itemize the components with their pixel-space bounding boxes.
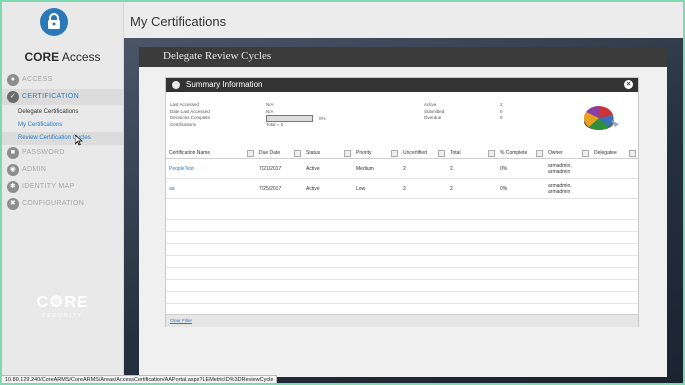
check-icon: ✓ <box>7 91 19 103</box>
panel-title: Delegate Review Cycles <box>163 50 272 62</box>
summary-card: Summary Information × Last Accessed Date… <box>165 77 639 327</box>
pie-chart-icon <box>583 106 619 131</box>
cert-name-link[interactable]: PeopleTest <box>166 158 256 179</box>
filter-icon <box>391 150 398 157</box>
status-labels: Active Submitted Overdue <box>424 102 445 121</box>
col-header[interactable]: Uncertified <box>400 148 447 159</box>
status-values: 2 0 0 <box>500 102 503 121</box>
brand-title: CORE Access <box>24 50 101 64</box>
decisions-progress: 0% <box>266 115 346 123</box>
col-header[interactable]: Total <box>447 148 497 159</box>
close-icon[interactable]: × <box>624 80 633 89</box>
table-row[interactable]: aa 7/25/2017 Active Low 2 2 0% armadmin,… <box>166 178 638 199</box>
summary-header: Summary Information × <box>166 78 638 92</box>
sidebar-nav: ● ACCESS ✓ CERTIFICATION Delegate Certif… <box>2 72 123 213</box>
col-header[interactable]: Status <box>303 148 353 159</box>
summary-labels: Last Accessed Date Last Accessed Decisio… <box>170 102 211 127</box>
filter-icon <box>536 150 543 157</box>
sidebar-item-access[interactable]: ● ACCESS <box>2 72 123 88</box>
sidebar-item-admin[interactable]: ◉ ADMIN <box>2 162 123 178</box>
filter-icon <box>294 150 301 157</box>
table-row[interactable]: PeopleTest 7/21/2017 Active Medium 2 2 0… <box>166 158 638 179</box>
cert-name-link[interactable]: aa <box>166 178 256 199</box>
clear-filter-link[interactable]: Clear Filter <box>170 318 192 323</box>
sidebar-subitem-my-certifications[interactable]: My Certifications <box>2 119 123 132</box>
lock-icon: ■ <box>7 147 19 159</box>
user-icon: ● <box>7 74 19 86</box>
table-footer: Clear Filter <box>166 314 638 327</box>
identity-map-icon: ✱ <box>7 181 19 193</box>
mouse-cursor-icon <box>75 135 83 146</box>
info-icon <box>172 81 180 89</box>
gear-icon: ✖ <box>7 198 19 210</box>
col-header[interactable]: Priority <box>353 148 400 159</box>
sidebar-item-identity-map[interactable]: ✱ IDENTITY MAP <box>2 179 123 195</box>
core-security-logo: C⚙RE SECURITY <box>36 294 89 319</box>
table-header-row: Certification Name Due Date Status Prior… <box>166 148 638 159</box>
filter-icon <box>629 150 636 157</box>
sidebar-item-password[interactable]: ■ PASSWORD <box>2 145 123 161</box>
col-header[interactable]: Due Date <box>256 148 303 159</box>
panel-header: Delegate Review Cycles <box>139 47 667 67</box>
app-window: CORE Access ● ACCESS ✓ CERTIFICATION Del… <box>0 0 685 385</box>
certifications-table: Certification Name Due Date Status Prior… <box>166 148 638 199</box>
sidebar-item-certification[interactable]: ✓ CERTIFICATION <box>2 89 123 105</box>
col-header[interactable]: Certification Name <box>166 148 256 159</box>
page-title: My Certifications <box>130 14 227 29</box>
admin-icon: ◉ <box>7 164 19 176</box>
sidebar-subitem-review-cycles[interactable]: Review Certification Cycles <box>2 132 123 145</box>
col-header[interactable]: % Complete <box>497 148 545 159</box>
col-header[interactable]: Delegatee <box>591 148 638 159</box>
filter-icon <box>488 150 495 157</box>
sidebar-subitem-delegate[interactable]: Delegate Certifications <box>2 106 123 119</box>
col-header[interactable]: Owner <box>545 148 591 159</box>
filter-icon <box>438 150 445 157</box>
filter-icon <box>247 150 254 157</box>
status-bar-url: 10.80.129.240/CoreARMS/CoreARMS/Areas/Ac… <box>2 375 278 383</box>
sidebar-item-configuration[interactable]: ✖ CONFIGURATION <box>2 196 123 212</box>
sidebar: CORE Access ● ACCESS ✓ CERTIFICATION Del… <box>2 2 124 383</box>
empty-table-rows <box>166 208 638 316</box>
filter-icon <box>582 150 589 157</box>
summary-values: N/A N/A 0% Total = 2 <box>266 102 346 129</box>
lock-logo-icon <box>40 8 68 36</box>
filter-icon <box>344 150 351 157</box>
